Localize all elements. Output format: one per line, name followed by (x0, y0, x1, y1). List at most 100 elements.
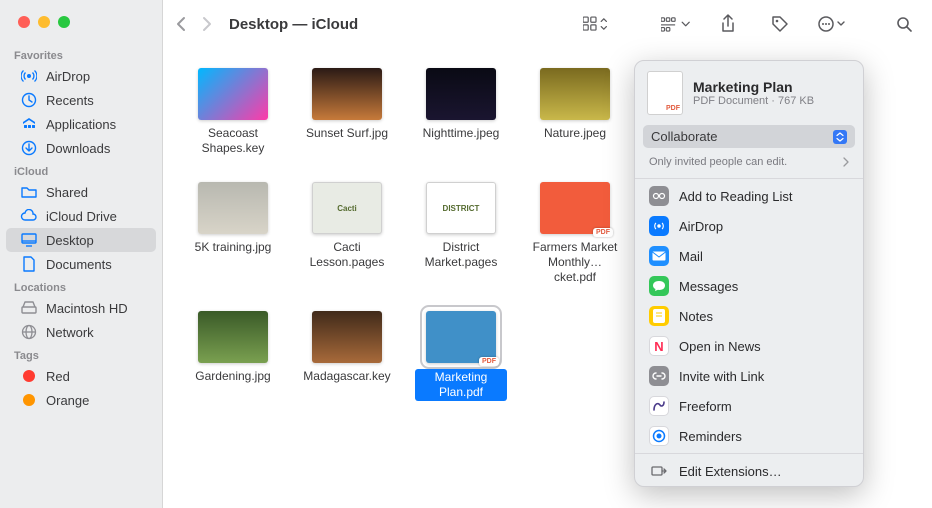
sidebar-item-applications[interactable]: Applications (6, 112, 156, 136)
sidebar-item-label: Applications (46, 117, 116, 132)
file-name: Marketing Plan.pdf (415, 369, 507, 401)
share-panel-title: Marketing Plan (693, 79, 814, 95)
group-by-button[interactable] (660, 11, 692, 37)
envelope-icon (649, 246, 669, 266)
sidebar-item-label: iCloud Drive (46, 209, 117, 224)
tags-button[interactable] (764, 11, 796, 37)
tag-icon (20, 391, 38, 409)
file-thumbnail: PDF (540, 182, 610, 234)
view-icons-button[interactable] (580, 11, 612, 37)
file-item[interactable]: PDF Farmers Market Monthly…cket.pdf (529, 182, 621, 285)
sidebar-item-label: Red (46, 369, 70, 384)
sidebar-item-recents[interactable]: Recents (6, 88, 156, 112)
disk-icon (20, 299, 38, 317)
cloud-icon (20, 207, 38, 225)
extensions-icon (649, 461, 669, 481)
file-thumbnail (312, 311, 382, 363)
file-item[interactable]: Gardening.jpg (187, 311, 279, 401)
sidebar: FavoritesAirDropRecentsApplicationsDownl… (0, 0, 163, 508)
edit-extensions-button[interactable]: Edit Extensions… (635, 456, 863, 486)
file-item[interactable]: Nighttime.jpeg (415, 68, 507, 156)
sidebar-heading: Tags (0, 344, 162, 364)
file-thumbnail (426, 68, 496, 120)
file-thumbnail (540, 68, 610, 120)
file-name: Cacti Lesson.pages (301, 240, 393, 270)
glasses-icon (649, 186, 669, 206)
doc-icon (20, 255, 38, 273)
sidebar-item-shared[interactable]: Shared (6, 180, 156, 204)
dropdown-chevron-icon (833, 130, 847, 144)
forward-button[interactable] (201, 16, 213, 32)
file-item[interactable]: PDF Marketing Plan.pdf (415, 311, 507, 401)
share-action-add-to-reading-list[interactable]: Add to Reading List (635, 181, 863, 211)
file-item[interactable]: 5K training.jpg (187, 182, 279, 285)
sidebar-item-label: Shared (46, 185, 88, 200)
sidebar-heading: iCloud (0, 160, 162, 180)
share-action-airdrop[interactable]: AirDrop (635, 211, 863, 241)
note-icon (649, 306, 669, 326)
share-action-label: Mail (679, 249, 703, 264)
share-action-notes[interactable]: Notes (635, 301, 863, 331)
sidebar-item-red[interactable]: Red (6, 364, 156, 388)
sidebar-item-network[interactable]: Network (6, 320, 156, 344)
share-action-invite-with-link[interactable]: Invite with Link (635, 361, 863, 391)
sidebar-item-label: Downloads (46, 141, 110, 156)
desktop-icon (20, 231, 38, 249)
tag-icon (20, 367, 38, 385)
share-action-label: Invite with Link (679, 369, 764, 384)
share-action-freeform[interactable]: Freeform (635, 391, 863, 421)
file-name: Farmers Market Monthly…cket.pdf (529, 240, 621, 285)
link-icon (649, 366, 669, 386)
sidebar-item-airdrop[interactable]: AirDrop (6, 64, 156, 88)
file-item[interactable]: Madagascar.key (301, 311, 393, 401)
sidebar-item-macintosh-hd[interactable]: Macintosh HD (6, 296, 156, 320)
file-item[interactable]: Nature.jpeg (529, 68, 621, 156)
sidebar-item-icloud-drive[interactable]: iCloud Drive (6, 204, 156, 228)
reminders-icon (649, 426, 669, 446)
file-name: Gardening.jpg (195, 369, 270, 384)
file-thumbnail (312, 68, 382, 120)
more-actions-button[interactable] (816, 11, 848, 37)
file-item[interactable]: Seacoast Shapes.key (187, 68, 279, 156)
sidebar-item-label: Documents (46, 257, 112, 272)
share-action-mail[interactable]: Mail (635, 241, 863, 271)
sidebar-item-documents[interactable]: Documents (6, 252, 156, 276)
back-button[interactable] (175, 16, 187, 32)
share-action-messages[interactable]: Messages (635, 271, 863, 301)
news-icon: N (649, 336, 669, 356)
file-thumbnail (198, 311, 268, 363)
permissions-row[interactable]: Only invited people can edit. (635, 152, 863, 176)
sidebar-item-label: Network (46, 325, 94, 340)
close-window-button[interactable] (18, 16, 30, 28)
share-button[interactable] (712, 11, 744, 37)
grid-apps-icon (20, 115, 38, 133)
download-icon (20, 139, 38, 157)
share-action-label: Reminders (679, 429, 742, 444)
search-button[interactable] (888, 11, 920, 37)
file-name: District Market.pages (415, 240, 507, 270)
share-action-reminders[interactable]: Reminders (635, 421, 863, 451)
sidebar-item-orange[interactable]: Orange (6, 388, 156, 412)
fullscreen-window-button[interactable] (58, 16, 70, 28)
file-item[interactable]: DISTRICT District Market.pages (415, 182, 507, 285)
file-grid: Seacoast Shapes.key Sunset Surf.jpg Nightt… (187, 68, 667, 401)
file-thumbnail: Cacti (312, 182, 382, 234)
file-thumbnail (198, 68, 268, 120)
file-name: Sunset Surf.jpg (306, 126, 388, 141)
collaborate-dropdown[interactable]: Collaborate (643, 125, 855, 148)
bubble-icon (649, 276, 669, 296)
sidebar-item-desktop[interactable]: Desktop (6, 228, 156, 252)
share-action-open-in-news[interactable]: NOpen in News (635, 331, 863, 361)
file-name: 5K training.jpg (195, 240, 272, 255)
file-item[interactable]: Cacti Cacti Lesson.pages (301, 182, 393, 285)
edit-extensions-label: Edit Extensions… (679, 464, 782, 479)
freeform-icon (649, 396, 669, 416)
file-thumbnail: DISTRICT (426, 182, 496, 234)
sidebar-item-label: Recents (46, 93, 94, 108)
minimize-window-button[interactable] (38, 16, 50, 28)
file-item[interactable]: Sunset Surf.jpg (301, 68, 393, 156)
sidebar-item-downloads[interactable]: Downloads (6, 136, 156, 160)
toolbar: Desktop — iCloud (163, 0, 932, 48)
file-thumbnail: PDF (426, 311, 496, 363)
permissions-text: Only invited people can edit. (649, 156, 787, 168)
